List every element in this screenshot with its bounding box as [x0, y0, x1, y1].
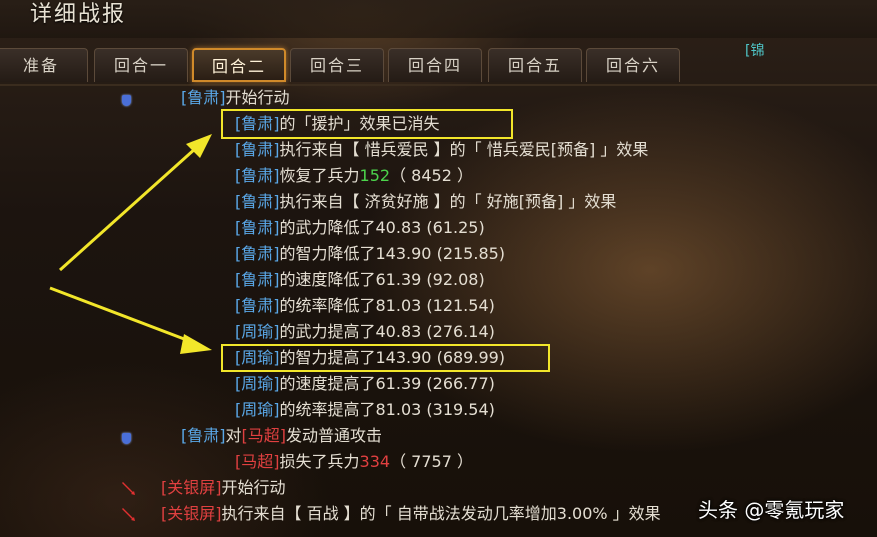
log-text: 执行来自【 百战 】的「 自带战法发动几率增加3.00% 」效果: [221, 504, 661, 523]
tab-round-3[interactable]: 回合三: [290, 48, 384, 82]
actor-name: [周瑜]: [235, 322, 280, 341]
log-text: 的统率提高了81.03 (319.54): [279, 400, 495, 419]
actor-name: [鲁肃]: [181, 88, 226, 107]
log-line: [周瑜]的统率提高了81.03 (319.54): [235, 398, 495, 422]
actor-name: [马超]: [235, 452, 280, 471]
log-line: [鲁肃]执行来自【 济贫好施 】的「 好施[预备] 」效果: [235, 190, 616, 214]
actor-name: [关银屏]: [161, 504, 222, 523]
tab-round-6[interactable]: 回合六: [586, 48, 680, 82]
log-text: 的智力降低了143.90 (215.85): [279, 244, 506, 263]
log-text: 对: [225, 426, 242, 445]
log-line: [鲁肃]的武力降低了40.83 (61.25): [235, 216, 485, 240]
log-text: 执行来自【 惜兵爱民 】的「 惜兵爱民[预备] 」效果: [279, 140, 649, 159]
heal-number: 152: [359, 166, 391, 185]
log-line: [马超]损失了兵力334（ 7757 ）: [235, 450, 473, 474]
actor-name: [鲁肃]: [235, 218, 280, 237]
actor-name: [鲁肃]: [235, 166, 280, 185]
log-text: 的武力降低了40.83 (61.25): [279, 218, 485, 237]
log-line: [鲁肃]执行来自【 惜兵爱民 】的「 惜兵爱民[预备] 」效果: [235, 138, 648, 162]
log-text: 损失了兵力: [279, 452, 360, 471]
log-line: [鲁肃]的智力降低了143.90 (215.85): [235, 242, 505, 266]
watermark: 头条 @零氪玩家: [698, 498, 845, 522]
log-text: 开始行动: [221, 478, 286, 497]
tab-round-5[interactable]: 回合五: [488, 48, 582, 82]
log-text: 的速度提高了61.39 (266.77): [279, 374, 495, 393]
damage-number: 334: [359, 452, 391, 471]
log-line: [周瑜]的武力提高了40.83 (276.14): [235, 320, 495, 344]
log-text: 的统率降低了81.03 (121.54): [279, 296, 495, 315]
log-text: 的武力提高了40.83 (276.14): [279, 322, 495, 341]
log-text: 开始行动: [225, 88, 290, 107]
sword-icon: [122, 508, 135, 521]
target-name: [马超]: [241, 426, 287, 445]
title-bar: 详细战报: [0, 0, 877, 38]
actor-name: [鲁肃]: [235, 270, 280, 289]
log-line: [鲁肃]的统率降低了81.03 (121.54): [235, 294, 495, 318]
tab-round-4[interactable]: 回合四: [388, 48, 482, 82]
log-text: （ 7757 ）: [390, 452, 473, 471]
actor-name: [鲁肃]: [235, 140, 280, 159]
highlight-box: [221, 109, 513, 139]
actor-name: [鲁肃]: [235, 244, 280, 263]
shield-icon: [122, 95, 131, 106]
log-text: 发动普通攻击: [286, 426, 383, 445]
log-text: （ 8452 ）: [390, 166, 473, 185]
tab-round-1[interactable]: 回合一: [94, 48, 188, 82]
highlight-box: [221, 344, 550, 372]
window-title: 详细战报: [30, 2, 127, 27]
actor-name: [周瑜]: [235, 374, 280, 393]
log-text: 的速度降低了61.39 (92.08): [279, 270, 485, 289]
log-line: [鲁肃]的速度降低了61.39 (92.08): [235, 268, 485, 292]
log-line: [周瑜]的速度提高了61.39 (266.77): [235, 372, 495, 396]
log-text: 执行来自【 济贫好施 】的「 好施[预备] 」效果: [279, 192, 617, 211]
shield-icon: [122, 433, 131, 444]
tab-round-2[interactable]: 回合二: [192, 48, 286, 82]
actor-name: [鲁肃]: [235, 192, 280, 211]
tab-prepare[interactable]: 准备: [0, 48, 88, 82]
actor-name: [周瑜]: [235, 400, 280, 419]
log-line: [关银屏]开始行动: [161, 476, 286, 500]
actor-name: [关银屏]: [161, 478, 222, 497]
tab-extra: [锦: [745, 43, 765, 59]
actor-name: [鲁肃]: [235, 296, 280, 315]
log-line: [关银屏]执行来自【 百战 】的「 自带战法发动几率增加3.00% 」效果: [161, 502, 661, 526]
log-line: [鲁肃]对[马超]发动普通攻击: [181, 424, 382, 448]
log-line: [鲁肃]恢复了兵力152（ 8452 ）: [235, 164, 473, 188]
sword-icon: [122, 482, 135, 495]
actor-name: [鲁肃]: [181, 426, 226, 445]
log-text: 恢复了兵力: [279, 166, 360, 185]
log-line: [鲁肃]开始行动: [181, 86, 290, 110]
